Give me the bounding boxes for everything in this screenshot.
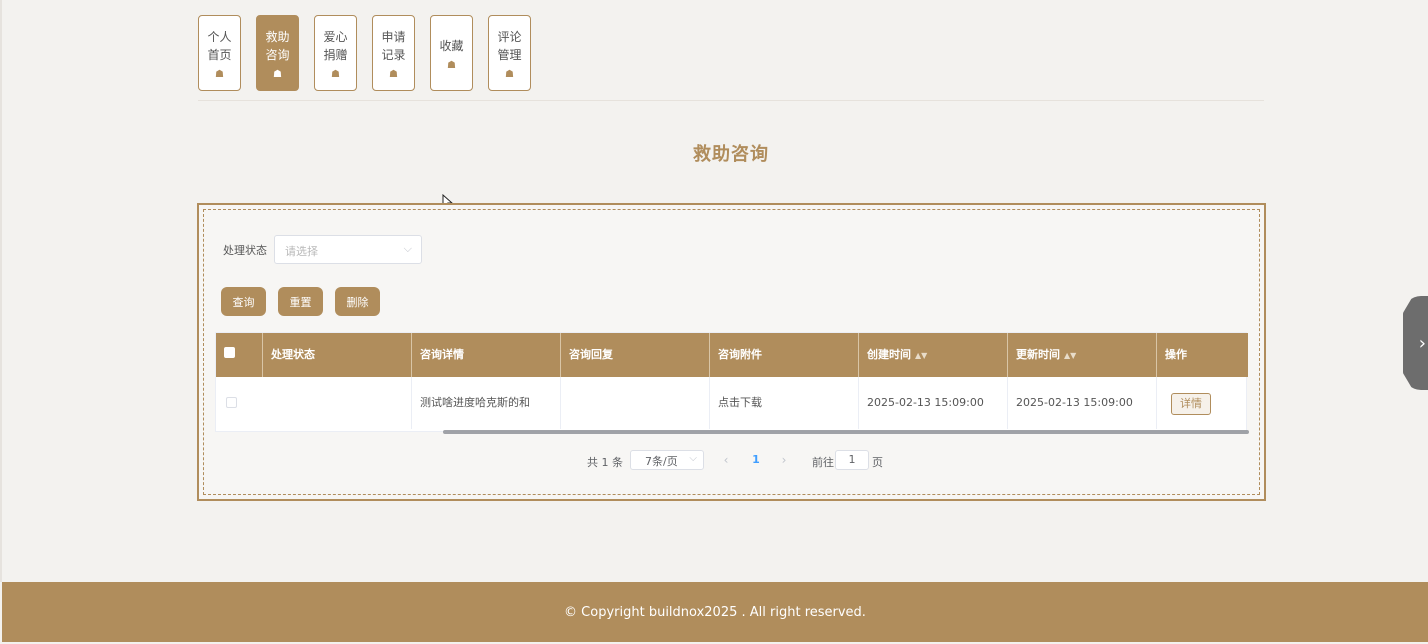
page-size-select[interactable]: 7条/页 ⌵ xyxy=(630,450,704,470)
col-header-action: 操作 xyxy=(1165,348,1187,361)
status-filter-label: 处理状态 xyxy=(223,244,267,257)
nav-label: 爱心 捐赠 xyxy=(323,30,348,62)
page-size-value: 7条/页 xyxy=(645,455,678,468)
sort-icon[interactable]: ▲▼ xyxy=(1064,351,1076,360)
horizontal-scrollbar[interactable] xyxy=(443,430,1249,434)
page-number-current[interactable]: 1 xyxy=(742,450,770,470)
folder-icon: ☗ xyxy=(389,69,398,80)
col-header-created-label: 创建时间 xyxy=(867,348,911,361)
delete-button[interactable]: 删除 xyxy=(335,287,380,316)
side-panel-toggle[interactable]: › xyxy=(1403,296,1428,390)
nav-label: 评论 管理 xyxy=(497,30,522,62)
detail-button[interactable]: 详情 xyxy=(1171,393,1211,415)
left-edge xyxy=(0,0,2,582)
cell-updated: 2025-02-13 15:09:00 xyxy=(1008,377,1157,429)
cell-attachment-download-link[interactable]: 点击下载 xyxy=(710,377,859,429)
folder-icon: ☗ xyxy=(447,60,456,71)
nav-item-rescue-consult[interactable]: 救助 咨询 ☗ xyxy=(256,15,299,91)
nav-item-personal-home[interactable]: 个人 首页 ☗ xyxy=(198,15,241,91)
cell-created: 2025-02-13 15:09:00 xyxy=(859,377,1008,429)
footer-copyright: © Copyright buildnox2025 . All right res… xyxy=(564,605,866,620)
select-all-checkbox[interactable] xyxy=(224,347,235,358)
cell-status xyxy=(263,377,412,429)
col-header-detail: 咨询详情 xyxy=(412,333,561,377)
col-header-created[interactable]: 创建时间 ▲▼ xyxy=(859,333,1008,377)
top-nav: 个人 首页 ☗ 救助 咨询 ☗ 爱心 捐赠 ☗ 申请 记录 ☗ 收藏 ☗ 评论 … xyxy=(198,15,531,91)
goto-label: 前往 xyxy=(812,456,834,469)
col-header-reply: 咨询回复 xyxy=(561,333,710,377)
status-select[interactable]: 请选择 ⌵ xyxy=(274,235,422,264)
pagination-total: 共 1 条 xyxy=(587,456,623,469)
row-checkbox[interactable] xyxy=(226,397,237,408)
col-header-updated[interactable]: 更新时间 ▲▼ xyxy=(1008,333,1157,377)
col-header-updated-label: 更新时间 xyxy=(1016,348,1060,361)
nav-label: 救助 咨询 xyxy=(265,30,290,62)
query-button[interactable]: 查询 xyxy=(221,287,266,316)
select-all-column xyxy=(216,333,263,377)
cell-reply xyxy=(561,377,710,429)
folder-icon: ☗ xyxy=(331,69,340,80)
nav-label: 个人 首页 xyxy=(207,30,232,62)
footer: © Copyright buildnox2025 . All right res… xyxy=(2,582,1428,642)
page-title: 救助咨询 xyxy=(693,144,769,165)
cell-detail: 测试啥进度哈克斯的和 xyxy=(412,377,561,429)
reset-button[interactable]: 重置 xyxy=(278,287,323,316)
nav-label: 收藏 xyxy=(439,39,464,53)
nav-item-donation[interactable]: 爱心 捐赠 ☗ xyxy=(314,15,357,91)
sort-icon[interactable]: ▲▼ xyxy=(915,351,927,360)
nav-label: 申请 记录 xyxy=(381,30,406,62)
nav-item-comment-manage[interactable]: 评论 管理 ☗ xyxy=(488,15,531,91)
nav-item-favorites[interactable]: 收藏 ☗ xyxy=(430,15,473,91)
folder-icon: ☗ xyxy=(273,69,282,80)
folder-icon: ☗ xyxy=(215,69,224,80)
col-header-attachment: 咨询附件 xyxy=(710,333,859,377)
prev-page-icon[interactable]: ‹ xyxy=(714,450,738,470)
nav-item-application-records[interactable]: 申请 记录 ☗ xyxy=(372,15,415,91)
consult-table: 处理状态 咨询详情 咨询回复 咨询附件 创建时间 ▲▼ 更新时间 ▲▼ 操作 测试啥… xyxy=(215,332,1249,434)
status-select-placeholder: 请选择 xyxy=(285,245,318,258)
col-header-status: 处理状态 xyxy=(263,333,412,377)
chevron-down-icon: ⌵ xyxy=(689,453,697,464)
chevron-down-icon: ⌵ xyxy=(403,242,412,255)
goto-page-input[interactable]: 1 xyxy=(835,450,869,470)
nav-divider xyxy=(198,100,1264,101)
next-page-icon[interactable]: › xyxy=(772,450,796,470)
folder-icon: ☗ xyxy=(505,69,514,80)
chevron-right-icon: › xyxy=(1418,332,1426,354)
page-suffix-label: 页 xyxy=(872,456,883,469)
